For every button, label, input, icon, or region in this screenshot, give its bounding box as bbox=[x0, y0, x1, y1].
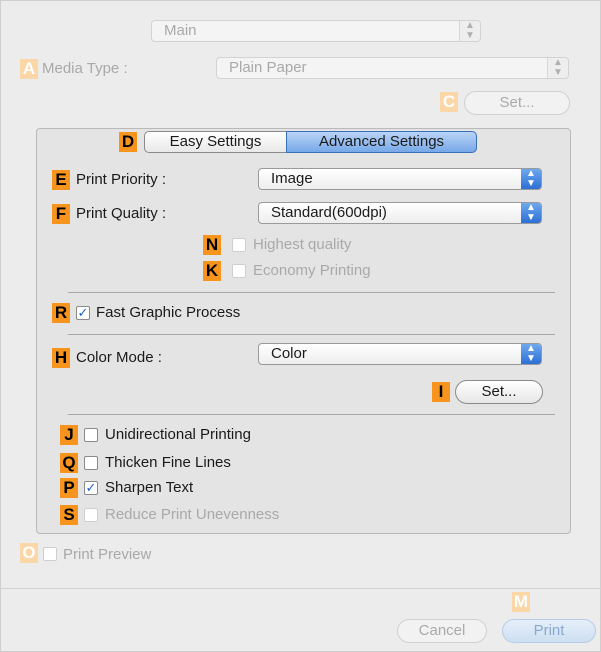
callout-badge-e: E bbox=[52, 170, 70, 190]
divider bbox=[68, 414, 555, 415]
callout-badge-i: I bbox=[432, 382, 450, 402]
callout-badge-n: N bbox=[203, 235, 221, 255]
divider bbox=[68, 292, 555, 293]
highest-quality-checkbox bbox=[232, 238, 246, 252]
divider bbox=[68, 334, 555, 335]
media-type-label: Media Type : bbox=[42, 60, 128, 77]
thicken-lines-label: Thicken Fine Lines bbox=[105, 454, 231, 471]
print-dialog: Main ▲ ▼ A Media Type : Plain Paper ▲ ▼ C … bbox=[0, 0, 601, 652]
updown-arrows-icon: ▲ ▼ bbox=[521, 344, 541, 364]
print-priority-value: Image bbox=[271, 170, 313, 187]
unidirectional-label: Unidirectional Printing bbox=[105, 426, 251, 443]
print-quality-value: Standard(600dpi) bbox=[271, 204, 387, 221]
updown-arrows-icon: ▲ ▼ bbox=[521, 169, 541, 189]
callout-badge-c: C bbox=[440, 92, 458, 112]
print-button: Print bbox=[502, 619, 596, 643]
print-quality-label: Print Quality : bbox=[76, 205, 167, 222]
callout-badge-k: K bbox=[203, 261, 221, 281]
panel-select-value: Main bbox=[164, 22, 197, 39]
color-mode-label: Color Mode : bbox=[76, 349, 162, 366]
fast-graphic-label: Fast Graphic Process bbox=[96, 304, 241, 321]
footer-divider bbox=[0, 588, 601, 589]
sharpen-text-checkbox[interactable]: ✓ bbox=[84, 481, 98, 495]
callout-badge-o: O bbox=[20, 543, 38, 563]
callout-badge-s: S bbox=[60, 505, 78, 525]
callout-badge-q: Q bbox=[60, 453, 78, 473]
updown-arrows-icon: ▲ ▼ bbox=[521, 203, 541, 223]
reduce-unevenness-checkbox bbox=[84, 508, 98, 522]
cancel-button: Cancel bbox=[397, 619, 487, 643]
checkmark-icon: ✓ bbox=[77, 305, 89, 320]
economy-printing-label: Economy Printing bbox=[253, 262, 371, 279]
callout-badge-h: H bbox=[52, 348, 70, 368]
callout-badge-d: D bbox=[119, 132, 137, 152]
print-priority-select[interactable]: Image ▲ ▼ bbox=[258, 168, 542, 190]
thicken-lines-checkbox[interactable] bbox=[84, 456, 98, 470]
color-set-button[interactable]: Set... bbox=[455, 380, 543, 404]
print-quality-select[interactable]: Standard(600dpi) ▲ ▼ bbox=[258, 202, 542, 224]
print-preview-checkbox bbox=[43, 547, 57, 561]
print-preview-label: Print Preview bbox=[63, 546, 152, 563]
updown-arrows-icon: ▲ ▼ bbox=[547, 58, 568, 78]
color-mode-value: Color bbox=[271, 345, 307, 362]
tab-easy-settings[interactable]: Easy Settings bbox=[144, 131, 286, 153]
panel-select: Main ▲ ▼ bbox=[151, 20, 481, 42]
tab-advanced-settings[interactable]: Advanced Settings bbox=[286, 131, 477, 153]
callout-badge-r: R bbox=[52, 303, 70, 323]
callout-badge-a: A bbox=[20, 59, 38, 79]
reduce-unevenness-label: Reduce Print Unevenness bbox=[105, 506, 280, 523]
print-priority-label: Print Priority : bbox=[76, 171, 167, 188]
callout-badge-j: J bbox=[60, 425, 78, 445]
callout-badge-m: M bbox=[512, 592, 530, 612]
media-set-button: Set... bbox=[464, 91, 570, 115]
media-type-value: Plain Paper bbox=[229, 59, 307, 76]
sharpen-text-label: Sharpen Text bbox=[105, 479, 194, 496]
callout-badge-p: P bbox=[60, 478, 78, 498]
fast-graphic-checkbox[interactable]: ✓ bbox=[76, 306, 90, 320]
media-type-select: Plain Paper ▲ ▼ bbox=[216, 57, 569, 79]
highest-quality-label: Highest quality bbox=[253, 236, 352, 253]
color-mode-select[interactable]: Color ▲ ▼ bbox=[258, 343, 542, 365]
checkmark-icon: ✓ bbox=[85, 480, 97, 495]
callout-badge-f: F bbox=[52, 204, 70, 224]
updown-arrows-icon: ▲ ▼ bbox=[459, 21, 480, 41]
economy-printing-checkbox bbox=[232, 264, 246, 278]
unidirectional-checkbox[interactable] bbox=[84, 428, 98, 442]
